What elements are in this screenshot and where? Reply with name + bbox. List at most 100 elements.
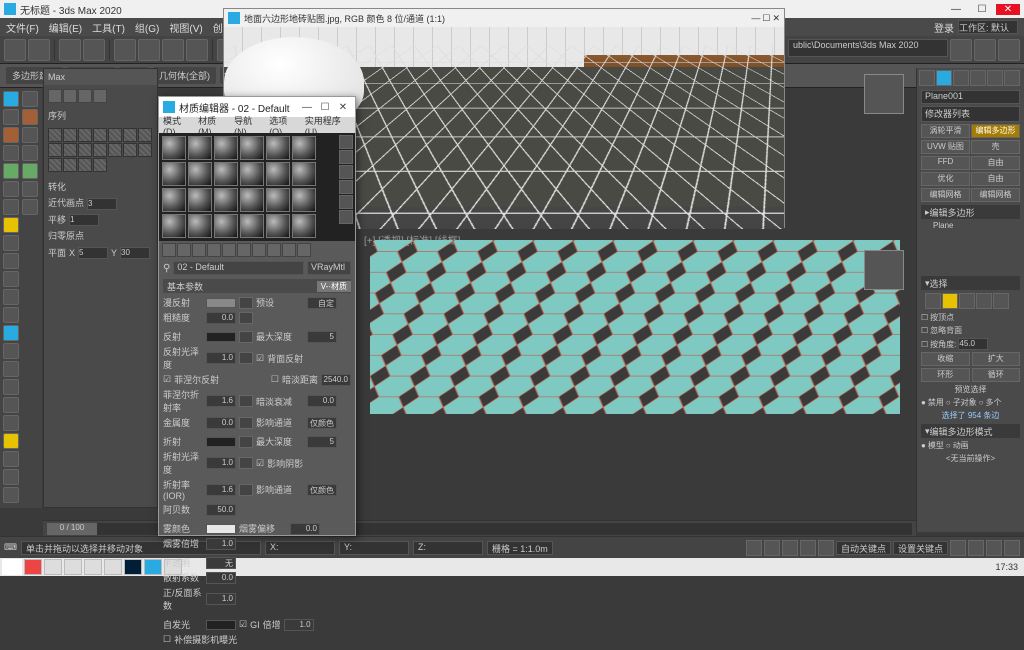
thumb-icon[interactable] — [48, 128, 62, 142]
mat-side-tool-icon[interactable] — [339, 165, 353, 179]
scale-button[interactable] — [186, 39, 208, 61]
mat-tool-icon[interactable] — [237, 243, 251, 257]
tool-icon[interactable] — [3, 397, 19, 413]
mat-tool-icon[interactable] — [252, 243, 266, 257]
nav-icon[interactable] — [950, 540, 966, 556]
sample-slot[interactable] — [240, 214, 264, 238]
tool-icon[interactable] — [3, 415, 19, 431]
thumb-icon[interactable] — [93, 128, 107, 142]
start-button[interactable] — [2, 559, 22, 575]
material-type-button[interactable]: VRayMtl — [307, 261, 351, 275]
thumb-icon[interactable] — [63, 128, 77, 142]
play-next-icon[interactable] — [800, 540, 816, 556]
motion-tab-icon[interactable] — [970, 70, 986, 86]
taskbar-app-icon[interactable] — [84, 559, 102, 575]
viewcube[interactable] — [864, 250, 904, 290]
tool-icon[interactable] — [3, 307, 19, 323]
autokey-button[interactable]: 自动关键点 — [836, 541, 891, 555]
ref-minimize[interactable]: — — [751, 13, 760, 24]
sample-slot[interactable] — [162, 188, 186, 212]
viewport-hex-plane[interactable] — [370, 240, 900, 500]
thumb-icon[interactable] — [93, 143, 107, 157]
tool-icon[interactable] — [3, 271, 19, 287]
map-slot[interactable] — [239, 352, 253, 364]
element-subobj-icon[interactable] — [993, 293, 1009, 309]
tool-icon[interactable] — [22, 127, 38, 143]
menu-item[interactable]: 组(G) — [135, 20, 159, 35]
mat-side-tool-icon[interactable] — [339, 135, 353, 149]
sample-slot[interactable] — [240, 188, 264, 212]
thumb-icon[interactable] — [48, 158, 62, 172]
mat-tool-icon[interactable] — [192, 243, 206, 257]
tool-icon[interactable] — [3, 253, 19, 269]
minimize-button[interactable]: — — [944, 4, 968, 15]
tool-icon[interactable] — [3, 433, 19, 449]
thumb-icon[interactable] — [63, 143, 77, 157]
thumb-icon[interactable] — [78, 158, 92, 172]
tool-icon[interactable] — [22, 109, 38, 125]
sample-slot[interactable] — [292, 188, 316, 212]
taskbar-app-icon[interactable] — [104, 559, 122, 575]
refr-swatch[interactable] — [206, 437, 236, 447]
tool-icon[interactable] — [3, 451, 19, 467]
sample-slot[interactable] — [214, 188, 238, 212]
render-setup-button[interactable] — [950, 39, 972, 61]
tool-icon[interactable] — [3, 343, 19, 359]
tool-icon[interactable] — [3, 91, 19, 107]
mat-minimize[interactable]: — — [299, 102, 315, 113]
rotate-button[interactable] — [162, 39, 184, 61]
taskbar-ps-icon[interactable] — [124, 559, 142, 575]
time-thumb[interactable]: 0 / 100 — [47, 523, 97, 535]
tool-icon[interactable] — [3, 325, 19, 341]
tool-icon[interactable] — [3, 235, 19, 251]
se-tool-icon[interactable] — [93, 89, 107, 103]
mat-tool-icon[interactable] — [177, 243, 191, 257]
play-end-icon[interactable] — [818, 540, 834, 556]
thumb-icon[interactable] — [48, 143, 62, 157]
redo-button[interactable] — [28, 39, 50, 61]
sample-slot[interactable] — [214, 162, 238, 186]
poly-subobj-icon[interactable] — [976, 293, 992, 309]
thumb-icon[interactable] — [108, 128, 122, 142]
sample-slot[interactable] — [162, 136, 186, 160]
thumb-icon[interactable] — [123, 143, 137, 157]
mat-tool-icon[interactable] — [207, 243, 221, 257]
nav-icon[interactable] — [986, 540, 1002, 556]
utilities-tab-icon[interactable] — [1004, 70, 1020, 86]
nav-icon[interactable] — [1004, 540, 1020, 556]
tool-icon[interactable] — [22, 199, 38, 215]
tool-icon[interactable] — [3, 163, 19, 179]
link-button[interactable] — [59, 39, 81, 61]
diffuse-swatch[interactable] — [206, 298, 236, 308]
tool-icon[interactable] — [3, 181, 19, 197]
menu-item[interactable]: 文件(F) — [6, 20, 39, 35]
thumb-icon[interactable] — [63, 158, 77, 172]
sample-slot[interactable] — [188, 162, 212, 186]
map-slot[interactable] — [239, 312, 253, 324]
select-button[interactable] — [114, 39, 136, 61]
modify-tab-icon[interactable] — [936, 70, 952, 86]
create-tab-icon[interactable] — [919, 70, 935, 86]
se-tool-icon[interactable] — [63, 89, 77, 103]
play-start-icon[interactable] — [746, 540, 762, 556]
tool-icon[interactable] — [22, 145, 38, 161]
border-subobj-icon[interactable] — [959, 293, 975, 309]
login-link[interactable]: 登录 — [934, 20, 954, 35]
edge-subobj-icon[interactable] — [942, 293, 958, 309]
setkey-button[interactable]: 设置关键点 — [893, 541, 948, 555]
mat-side-tool-icon[interactable] — [339, 180, 353, 194]
unlink-button[interactable] — [83, 39, 105, 61]
menu-item[interactable]: 编辑(E) — [49, 20, 82, 35]
eyedrop-icon[interactable]: ⚲ — [163, 263, 170, 274]
map-slot[interactable] — [239, 297, 253, 309]
play-icon[interactable] — [782, 540, 798, 556]
thumb-icon[interactable] — [138, 128, 152, 142]
ribbon-tab[interactable]: 几何体(全部) — [153, 67, 216, 84]
tool-icon[interactable] — [3, 487, 19, 503]
se-tool-icon[interactable] — [48, 89, 62, 103]
tool-icon[interactable] — [3, 199, 19, 215]
tool-icon[interactable] — [3, 145, 19, 161]
zcoord[interactable]: Z: — [413, 541, 483, 555]
thumb-icon[interactable] — [138, 143, 152, 157]
fog-swatch[interactable] — [206, 524, 236, 534]
